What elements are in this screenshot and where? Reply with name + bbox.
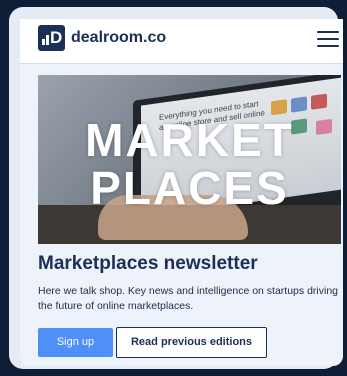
sign-up-button[interactable]: Sign up: [38, 328, 113, 357]
hamburger-menu-icon[interactable]: [317, 31, 339, 48]
newsletter-headline: Marketplaces newsletter: [38, 253, 258, 274]
logo-letter: D: [50, 28, 63, 47]
dealroom-logo-icon[interactable]: D: [38, 25, 65, 51]
read-previous-editions-button[interactable]: Read previous editions: [116, 327, 267, 358]
newsletter-description: Here we talk shop. Key news and intellig…: [38, 285, 338, 312]
hero-image: Everything you need to start an online s…: [38, 75, 341, 244]
brand-name[interactable]: dealroom.co: [71, 29, 166, 47]
screen: D dealroom.co Everything you need to sta…: [20, 19, 343, 366]
navbar: D dealroom.co: [20, 19, 343, 64]
device-frame: D dealroom.co Everything you need to sta…: [9, 7, 343, 369]
hero-title-line2: PLACES: [90, 162, 289, 214]
hero-title-line1: MARKET: [85, 114, 294, 166]
